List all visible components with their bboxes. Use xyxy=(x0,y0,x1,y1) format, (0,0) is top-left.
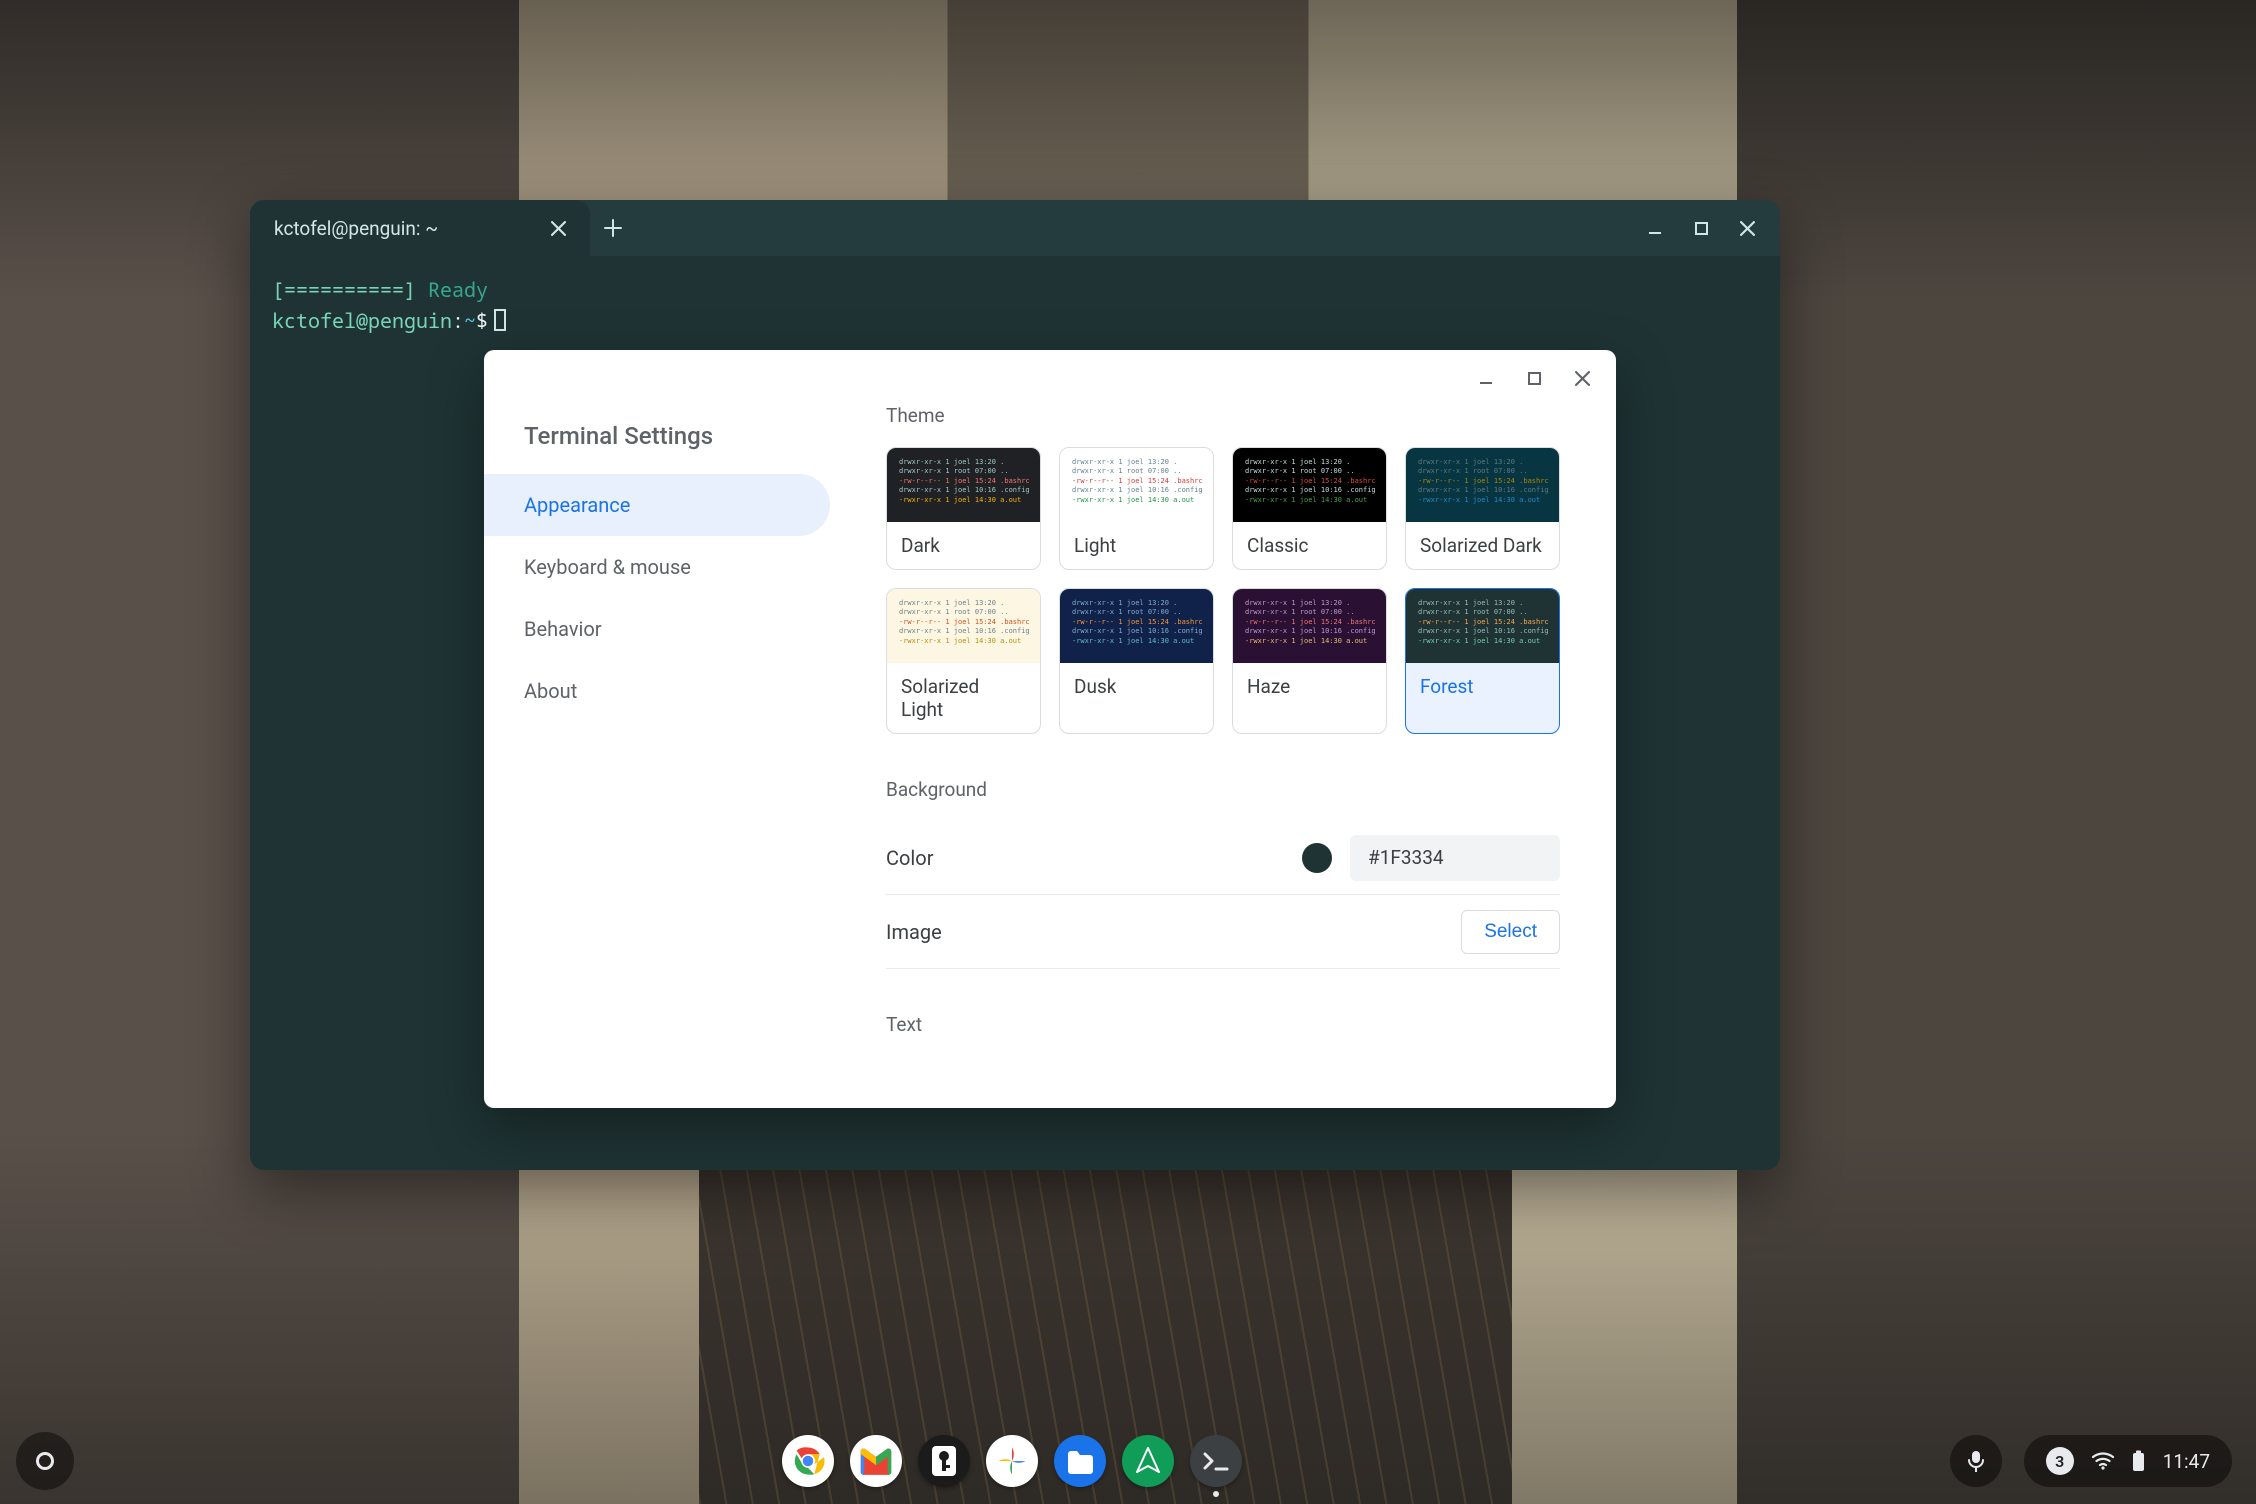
launcher-button[interactable] xyxy=(16,1432,74,1490)
shelf-app-navigation[interactable] xyxy=(1122,1435,1174,1487)
theme-name: Forest xyxy=(1406,663,1559,710)
settings-sidebar: Terminal Settings Appearance Keyboard & m… xyxy=(484,350,854,1108)
settings-close-icon[interactable] xyxy=(1564,360,1600,396)
sidebar-item-behavior[interactable]: Behavior xyxy=(484,598,830,660)
theme-card-classic[interactable]: drwxr-xr-x 1 joel 13:20 . drwxr-xr-x 1 r… xyxy=(1232,447,1387,570)
background-color-row: Color #1F3334 xyxy=(886,821,1560,895)
terminal-settings-window: Terminal Settings Appearance Keyboard & m… xyxy=(484,350,1616,1108)
background-color-label: Color xyxy=(886,846,1302,870)
theme-card-haze[interactable]: drwxr-xr-x 1 joel 13:20 . drwxr-xr-x 1 r… xyxy=(1232,588,1387,734)
terminal-titlebar: kctofel@penguin: ~ xyxy=(250,200,1780,256)
section-background-label: Background xyxy=(886,778,1560,801)
section-text-label: Text xyxy=(886,1013,1560,1036)
background-color-swatch[interactable] xyxy=(1302,843,1332,873)
window-close-icon[interactable] xyxy=(1724,200,1770,256)
prompt-user: kctofel@penguin xyxy=(272,307,452,334)
microphone-icon xyxy=(1967,1450,1985,1472)
battery-icon xyxy=(2132,1450,2145,1472)
sidebar-item-label: Behavior xyxy=(524,617,602,641)
sidebar-item-label: About xyxy=(524,679,577,703)
theme-card-forest[interactable]: drwxr-xr-x 1 joel 13:20 . drwxr-xr-x 1 r… xyxy=(1405,588,1560,734)
launcher-icon xyxy=(36,1452,54,1470)
terminal-content[interactable]: [==========] Ready kctofel@penguin:~$ xyxy=(250,256,1780,354)
sidebar-item-appearance[interactable]: Appearance xyxy=(484,474,830,536)
section-theme-label: Theme xyxy=(886,404,1560,427)
window-maximize-icon[interactable] xyxy=(1678,200,1724,256)
theme-preview: drwxr-xr-x 1 joel 13:20 . drwxr-xr-x 1 r… xyxy=(1233,448,1386,522)
sidebar-item-keyboard-mouse[interactable]: Keyboard & mouse xyxy=(484,536,830,598)
shelf-app-gmail[interactable] xyxy=(850,1435,902,1487)
sidebar-item-about[interactable]: About xyxy=(484,660,830,722)
settings-minimize-icon[interactable] xyxy=(1468,360,1504,396)
terminal-ready-text: Ready xyxy=(416,276,488,303)
shelf-app-files[interactable] xyxy=(1054,1435,1106,1487)
close-tab-icon[interactable] xyxy=(551,200,566,256)
settings-maximize-icon[interactable] xyxy=(1516,360,1552,396)
shelf-app-chrome[interactable] xyxy=(782,1435,834,1487)
shelf-app-photos[interactable] xyxy=(986,1435,1038,1487)
theme-preview: drwxr-xr-x 1 joel 13:20 . drwxr-xr-x 1 r… xyxy=(887,589,1040,663)
terminal-tab[interactable]: kctofel@penguin: ~ xyxy=(250,200,590,256)
background-image-label: Image xyxy=(886,920,1461,944)
theme-card-dark[interactable]: drwxr-xr-x 1 joel 13:20 . drwxr-xr-x 1 r… xyxy=(886,447,1041,570)
theme-grid: drwxr-xr-x 1 joel 13:20 . drwxr-xr-x 1 r… xyxy=(886,447,1560,734)
shelf: 3 11:47 xyxy=(0,1418,2256,1504)
theme-preview: drwxr-xr-x 1 joel 13:20 . drwxr-xr-x 1 r… xyxy=(1233,589,1386,663)
background-image-select-button[interactable]: Select xyxy=(1461,910,1560,954)
background-image-row: Image Select xyxy=(886,895,1560,969)
settings-titlebar xyxy=(1468,350,1616,406)
theme-card-light[interactable]: drwxr-xr-x 1 joel 13:20 . drwxr-xr-x 1 r… xyxy=(1059,447,1214,570)
theme-preview: drwxr-xr-x 1 joel 13:20 . drwxr-xr-x 1 r… xyxy=(1406,589,1559,663)
terminal-ready-brackets: [==========] xyxy=(272,276,416,303)
wifi-icon xyxy=(2092,1452,2114,1470)
theme-card-solarized-dark[interactable]: drwxr-xr-x 1 joel 13:20 . drwxr-xr-x 1 r… xyxy=(1405,447,1560,570)
background-hex-field[interactable]: #1F3334 xyxy=(1350,835,1560,881)
theme-preview: drwxr-xr-x 1 joel 13:20 . drwxr-xr-x 1 r… xyxy=(1406,448,1559,522)
theme-preview: drwxr-xr-x 1 joel 13:20 . drwxr-xr-x 1 r… xyxy=(1060,448,1213,522)
theme-name: Light xyxy=(1060,522,1213,569)
theme-name: Dark xyxy=(887,522,1040,569)
background-hex-value: #1F3334 xyxy=(1368,846,1444,869)
theme-name: Haze xyxy=(1233,663,1386,710)
prompt-path: ~ xyxy=(464,307,476,334)
shelf-app-terminal[interactable] xyxy=(1190,1435,1242,1487)
terminal-cursor xyxy=(494,309,506,331)
theme-name: Dusk xyxy=(1060,663,1213,710)
theme-preview: drwxr-xr-x 1 joel 13:20 . drwxr-xr-x 1 r… xyxy=(1060,589,1213,663)
prompt-symbol: $ xyxy=(476,307,488,334)
theme-name: Classic xyxy=(1233,522,1386,569)
shelf-apps xyxy=(782,1435,1242,1487)
window-minimize-icon[interactable] xyxy=(1632,200,1678,256)
status-tray[interactable]: 3 11:47 xyxy=(2024,1435,2232,1487)
new-tab-button[interactable] xyxy=(590,200,636,256)
settings-title: Terminal Settings xyxy=(484,422,854,474)
sidebar-item-label: Appearance xyxy=(524,493,630,517)
settings-content: Theme drwxr-xr-x 1 joel 13:20 . drwxr-xr… xyxy=(854,350,1616,1108)
theme-preview: drwxr-xr-x 1 joel 13:20 . drwxr-xr-x 1 r… xyxy=(887,448,1040,522)
prompt-sep: : xyxy=(452,307,464,334)
terminal-tab-title: kctofel@penguin: ~ xyxy=(274,217,535,240)
clock: 11:47 xyxy=(2163,1450,2210,1473)
theme-card-solarized-light[interactable]: drwxr-xr-x 1 joel 13:20 . drwxr-xr-x 1 r… xyxy=(886,588,1041,734)
shelf-active-indicator xyxy=(1213,1491,1219,1497)
voice-search-button[interactable] xyxy=(1950,1435,2002,1487)
theme-card-dusk[interactable]: drwxr-xr-x 1 joel 13:20 . drwxr-xr-x 1 r… xyxy=(1059,588,1214,734)
theme-name: Solarized Light xyxy=(887,663,1040,733)
shelf-app-password-manager[interactable] xyxy=(918,1435,970,1487)
sidebar-item-label: Keyboard & mouse xyxy=(524,555,691,579)
notification-badge: 3 xyxy=(2046,1447,2074,1475)
theme-name: Solarized Dark xyxy=(1406,522,1559,569)
